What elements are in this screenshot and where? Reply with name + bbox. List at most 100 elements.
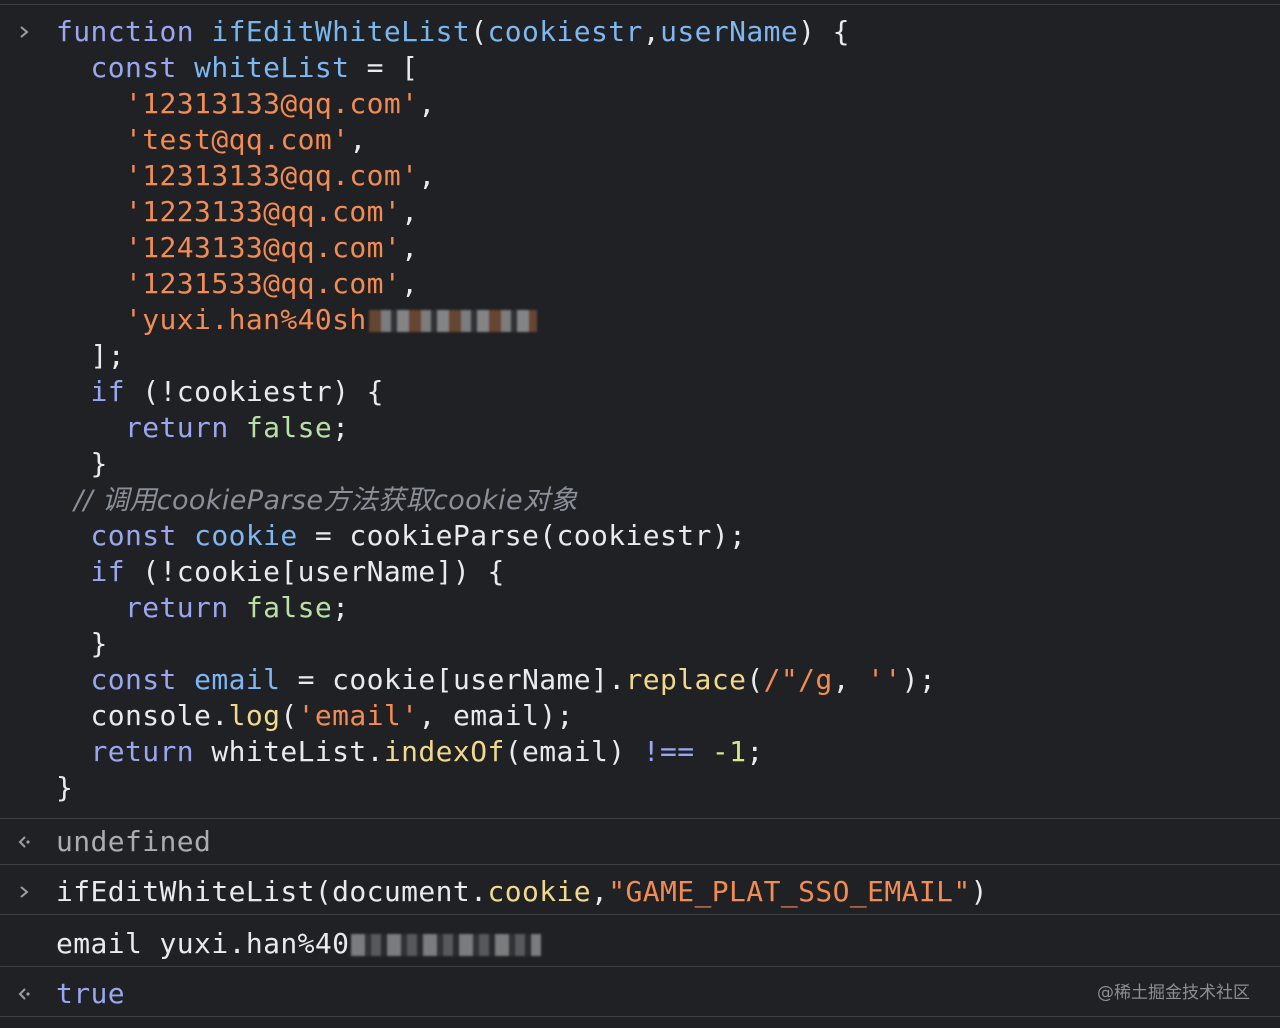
code-line: } [56, 770, 73, 806]
redacted-text [351, 934, 542, 956]
code-line: return whiteList.indexOf(email) !== -1; [56, 734, 764, 770]
code-token: (!cookiestr) { [142, 375, 384, 408]
code-line: '1243133@qq.com', [56, 230, 418, 266]
code-token: , [401, 231, 419, 264]
code-token: return [56, 735, 212, 768]
code-token: function [56, 15, 212, 48]
console-input-call[interactable]: ifEditWhiteList(document.cookie,"GAME_PL… [56, 874, 988, 910]
code-token: -1 [711, 735, 747, 768]
code-line: 'yuxi.han%40sh [56, 302, 537, 338]
code-token: '1223133@qq.com' [125, 195, 402, 228]
code-token: '12313133@qq.com' [125, 159, 419, 192]
return-arrow-icon [12, 824, 36, 860]
code-token: cookie [194, 519, 298, 552]
code-token: ( [470, 15, 488, 48]
code-token: '12313133@qq.com' [125, 87, 419, 120]
call-arg: "GAME_PLAT_SSO_EMAIL" [608, 875, 971, 908]
code-token: ; [746, 735, 764, 768]
code-line: '1231533@qq.com', [56, 266, 418, 302]
call-comma: , [590, 875, 609, 908]
code-token: userName [660, 15, 799, 48]
redacted-text [368, 310, 537, 332]
call-func: ifEditWhiteList(document. [56, 875, 488, 908]
code-token: const [56, 663, 195, 696]
code-token: , email); [418, 699, 574, 732]
divider [0, 966, 1280, 967]
code-token: , [418, 159, 436, 192]
code-token: '1243133@qq.com' [125, 231, 402, 264]
code-token: log [228, 699, 281, 732]
code-token: whiteList [194, 51, 350, 84]
code-token: 'email' [297, 699, 419, 732]
code-line: if (!cookiestr) { [56, 374, 384, 410]
code-token: ); [901, 663, 937, 696]
divider [0, 1016, 1280, 1017]
code-line: 'test@qq.com', [56, 122, 367, 158]
code-token: = [297, 519, 350, 552]
code-token: !== [642, 735, 695, 768]
code-token: /"/g [763, 663, 833, 696]
code-token: , [401, 267, 419, 300]
return-arrow-icon [12, 976, 36, 1012]
code-token: = [280, 663, 333, 696]
code-line: console.log('email', email); [56, 698, 574, 734]
code-token: } [56, 627, 108, 660]
code-token: (!cookie[userName]) { [142, 555, 505, 588]
code-token: = [ [349, 51, 419, 84]
divider [0, 914, 1280, 915]
code-token: cookiestr [487, 15, 643, 48]
code-token: , [349, 123, 367, 156]
divider [0, 864, 1280, 865]
code-token: ifEditWhiteList [211, 15, 471, 48]
code-line: } [56, 446, 108, 482]
code-token: 'test@qq.com' [125, 123, 350, 156]
code-token: return [56, 411, 246, 444]
code-line: const cookie = cookieParse(cookiestr); [56, 518, 746, 554]
top-divider [0, 4, 1280, 5]
code-token: false [245, 591, 333, 624]
code-token: ) { [798, 15, 850, 48]
code-token: cookie[userName]. [332, 663, 626, 696]
code-line: // 调用cookieParse方法获取cookie对象 [56, 482, 578, 518]
code-token: console. [56, 699, 229, 732]
result-true: true [56, 977, 126, 1010]
call-close: ) [970, 875, 988, 908]
code-token: // 调用cookieParse方法获取cookie对象 [56, 485, 578, 516]
code-token: } [56, 447, 108, 480]
code-token: , [401, 195, 419, 228]
code-line: function ifEditWhiteList(cookiestr,userN… [56, 14, 850, 50]
watermark: @稀土掘金技术社区 [1097, 983, 1250, 1003]
code-token: , [418, 87, 436, 120]
code-token: } [56, 771, 74, 804]
code-token: email [194, 663, 281, 696]
code-token: indexOf [383, 735, 505, 768]
code-token: return [56, 591, 246, 624]
code-token: if [56, 375, 143, 408]
code-token: '1231533@qq.com' [125, 267, 402, 300]
code-token: if [56, 555, 143, 588]
chevron-right-icon [12, 874, 36, 910]
code-token: ( [280, 699, 298, 732]
code-line: const whiteList = [ [56, 50, 419, 86]
code-token: ( [746, 663, 764, 696]
code-line: if (!cookie[userName]) { [56, 554, 505, 590]
code-line: ]; [56, 338, 125, 374]
code-line: const email = cookie[userName].replace(/… [56, 662, 936, 698]
log-text: email yuxi.han%40 [56, 927, 350, 960]
code-token: cookieParse(cookiestr); [349, 519, 747, 552]
code-token: , [832, 663, 868, 696]
chevron-right-icon [12, 14, 36, 50]
result-undefined: undefined [56, 825, 212, 858]
code-token: ; [332, 411, 350, 444]
code-line: '12313133@qq.com', [56, 158, 436, 194]
console-log-message: email yuxi.han%40 [56, 926, 542, 962]
code-token: const [56, 51, 195, 84]
code-token: , [642, 15, 661, 48]
code-token: replace [625, 663, 747, 696]
